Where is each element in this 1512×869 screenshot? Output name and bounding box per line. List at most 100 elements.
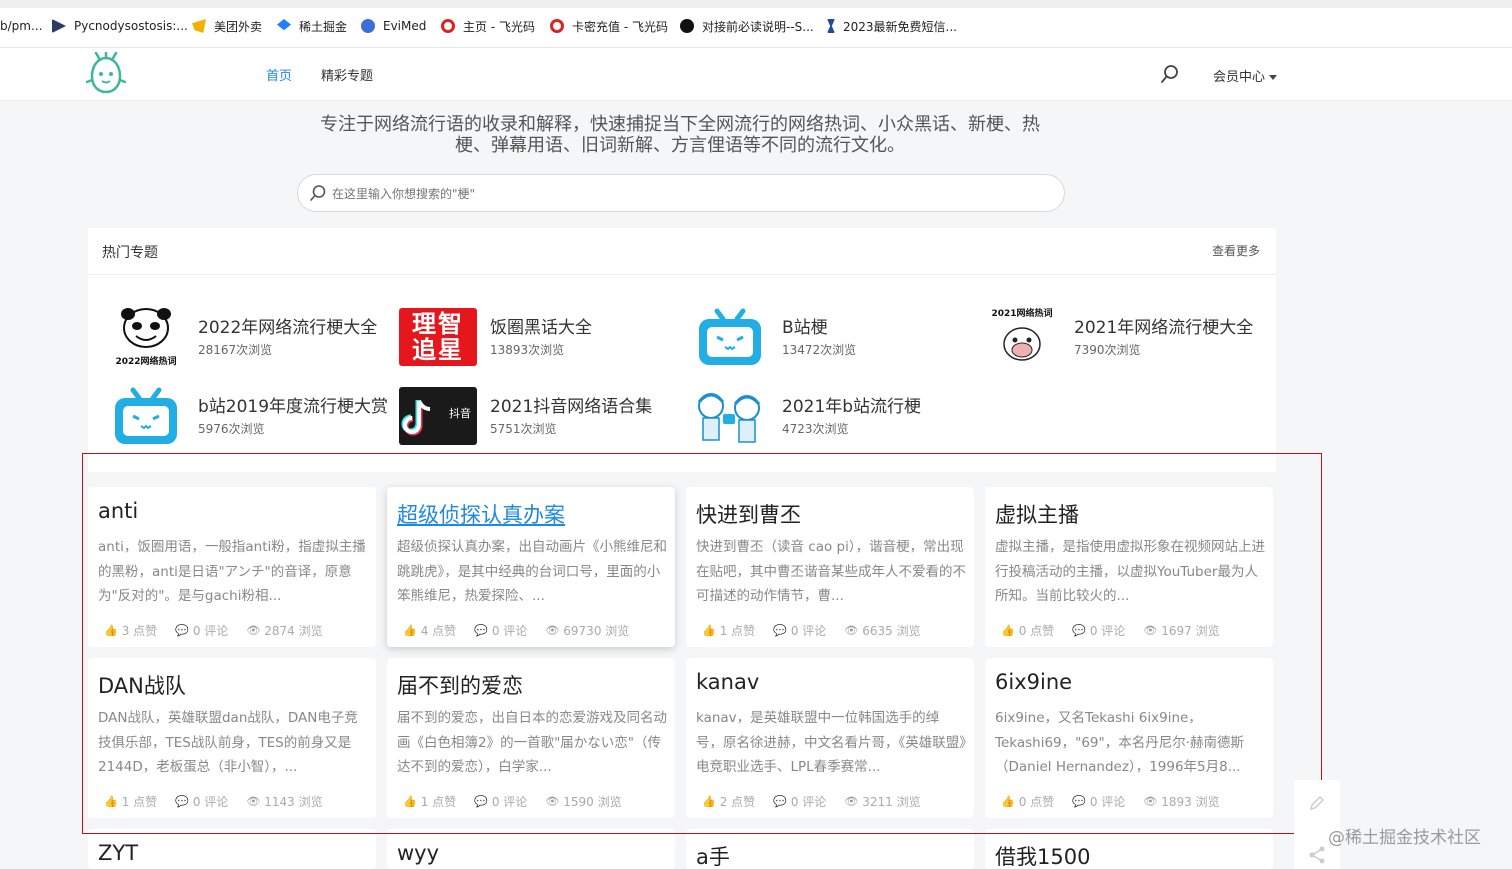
meme-card[interactable]: 超级侦探认真办案 超级侦探认真办案，出自动画片《小熊维尼和跳跳虎》，是其中经典的… [387,487,675,647]
card-title[interactable]: kanav [696,670,759,694]
meme-card[interactable]: kanav kanav，是英雄联盟中一位韩国选手的绰号，原名徐进赫，中文名看片哥… [686,658,974,818]
site-logo[interactable] [86,52,126,96]
topic-item[interactable]: 2022网络热词 2022年网络流行梗大全 28167次浏览 [106,304,377,370]
topic-item[interactable]: b站2019年度流行梗大赏 5976次浏览 [106,383,388,449]
search-input[interactable] [332,184,1032,204]
likes-stat[interactable]: 👍 1 点赞 [403,793,456,810]
views-count: 69730 浏览 [563,624,630,638]
meme-card[interactable]: wyy [387,829,675,869]
bookmark-item[interactable]: 稀土掘金 [277,17,347,35]
comments-stat[interactable]: 💬 0 评论 [1072,793,1125,810]
comments-count: 0 评论 [192,624,229,638]
card-title[interactable]: 借我1500 [995,841,1090,869]
topic-item[interactable]: 抖音 2021抖音网络语合集 5751次浏览 [398,383,652,449]
card-meta: 👍 1 点赞 💬 0 评论 👁 1590 浏览 [403,793,640,810]
card-title[interactable]: anti [98,499,138,523]
meme-card[interactable]: anti anti，饭圈用语，一般指anti粉，指虚拟主播的黑粉，anti是日语… [88,487,376,647]
likes-stat[interactable]: 👍 1 点赞 [104,793,157,810]
site-header: 首页 精彩专题 会员中心 [0,48,1512,101]
comments-count: 0 评论 [790,624,827,638]
meme-card[interactable]: DAN战队 DAN战队，英雄联盟dan战队，DAN电子竞技俱乐部，TES战队前身… [88,658,376,818]
see-more-link[interactable]: 查看更多 [1212,242,1260,259]
card-title[interactable]: wyy [397,841,439,865]
topic-item[interactable]: B站梗 13472次浏览 [690,304,856,370]
evimed-icon [361,19,375,33]
meme-card[interactable]: 快进到曹丕 快进到曹丕（读音 cao pi），谐音梗，常出现在贴吧，其中曹丕谐音… [686,487,974,647]
meme-card[interactable]: a手 [686,829,974,869]
comments-stat[interactable]: 💬 0 评论 [773,793,826,810]
card-meta: 👍 0 点赞 💬 0 评论 👁 1893 浏览 [1001,793,1238,810]
topic-views: 4723次浏览 [782,421,849,436]
search-icon[interactable] [1160,64,1180,84]
hot-topics-title: 热门专题 [102,245,158,261]
comments-stat[interactable]: 💬 0 评论 [175,793,228,810]
tagline-line: 专注于网络流行语的收录和解释，快速捕捉当下全网流行的网络热词、小众黑话、新梗、热 [320,114,1040,135]
bookmark-item[interactable]: 对接前必读说明--S... [680,17,814,35]
eye-icon: 👁 [844,624,859,637]
card-title[interactable]: 快进到曹丕 [696,499,801,529]
member-center-dropdown[interactable]: 会员中心 [1213,66,1278,85]
card-meta: 👍 1 点赞 💬 0 评论 👁 6635 浏览 [702,622,939,639]
card-title[interactable]: 届不到的爱恋 [397,670,523,700]
topic-name: 饭圈黑话大全 [490,317,592,338]
likes-stat[interactable]: 👍 0 点赞 [1001,793,1054,810]
card-title[interactable]: a手 [696,841,730,869]
meme-card[interactable]: 借我1500 [985,829,1273,869]
fan-circle-thumbnail: 理智 追星 [398,304,478,370]
likes-count: 0 点赞 [1018,795,1055,809]
likes-stat[interactable]: 👍 0 点赞 [1001,622,1054,639]
meme-card[interactable]: 6ix9ine 6ix9ine，又名Tekashi 6ix9ine，Tekash… [985,658,1273,818]
views-stat: 👁 3211 浏览 [844,793,920,810]
search-box [297,174,1065,212]
share-icon[interactable] [1308,846,1326,864]
nav-topics[interactable]: 精彩专题 [321,65,373,84]
likes-count: 1 点赞 [121,795,158,809]
bookmark-label: b/pm... [0,19,43,33]
topic-item[interactable]: 2021年b站流行梗 4723次浏览 [690,383,921,449]
bookmark-item[interactable]: 主页 - 飞光码 [441,17,535,35]
likes-stat[interactable]: 👍 2 点赞 [702,793,755,810]
views-stat: 👁 1590 浏览 [545,793,621,810]
nav-home[interactable]: 首页 [266,65,292,84]
thumbs-up-icon: 👍 [1001,795,1015,808]
thumbs-up-icon: 👍 [702,624,716,637]
meme-card[interactable]: ZYT [88,829,376,869]
comments-stat[interactable]: 💬 0 评论 [474,793,527,810]
comments-stat[interactable]: 💬 0 评论 [474,622,527,639]
edit-icon[interactable] [1308,794,1326,812]
comments-stat[interactable]: 💬 0 评论 [773,622,826,639]
caret-down-icon [1269,75,1278,80]
meme-card[interactable]: 虚拟主播 虚拟主播，是指使用虚拟形象在视频网站上进行投稿活动的主播，以虚拟You… [985,487,1273,647]
topic-views: 13893次浏览 [490,342,565,357]
thumbnail-caption: 2021网络热词 [991,307,1052,319]
bookmark-item[interactable]: 卡密充值 - 飞光码 [550,17,668,35]
card-title[interactable]: 超级侦探认真办案 [397,499,565,529]
bookmark-item[interactable]: 2023最新免费短信... [827,17,957,35]
card-title[interactable]: ZYT [98,841,138,865]
bookmark-item[interactable]: b/pm... [0,17,42,35]
topic-item[interactable]: 2021网络热词 2021年网络流行梗大全 7390次浏览 [982,304,1253,370]
views-count: 1697 浏览 [1161,624,1220,638]
card-title[interactable]: 6ix9ine [995,670,1072,694]
card-title[interactable]: DAN战队 [98,670,186,700]
panda-meme-thumbnail: 2022网络热词 [106,304,186,370]
likes-stat[interactable]: 👍 4 点赞 [403,622,456,639]
meme-card[interactable]: 届不到的爱恋 届不到的爱恋，出自日本的恋爱游戏及同名动画《白色相簿2》的一首歌"… [387,658,675,818]
comments-count: 0 评论 [790,795,827,809]
bookmark-item[interactable]: 美团外卖 [192,17,262,35]
bookmark-label: 2023最新免费短信... [843,19,957,34]
likes-stat[interactable]: 👍 3 点赞 [104,622,157,639]
card-title[interactable]: 虚拟主播 [995,499,1079,529]
comments-stat[interactable]: 💬 0 评论 [175,622,228,639]
card-description: 快进到曹丕（读音 cao pi），谐音梗，常出现在贴吧，其中曹丕谐音某些成年人不… [696,539,966,604]
bookmark-icon [52,19,66,33]
topic-item[interactable]: 理智 追星 饭圈黑话大全 13893次浏览 [398,304,592,370]
views-count: 1590 浏览 [563,795,622,809]
card-meta: 👍 2 点赞 💬 0 评论 👁 3211 浏览 [702,793,939,810]
comments-stat[interactable]: 💬 0 评论 [1072,622,1125,639]
likes-stat[interactable]: 👍 1 点赞 [702,622,755,639]
bookmark-item[interactable]: Pycnodysostosis:... [52,17,188,35]
topic-name: 2021抖音网络语合集 [490,396,653,417]
bookmark-item[interactable]: EviMed [361,17,426,35]
topic-name: 2021年b站流行梗 [782,396,922,417]
